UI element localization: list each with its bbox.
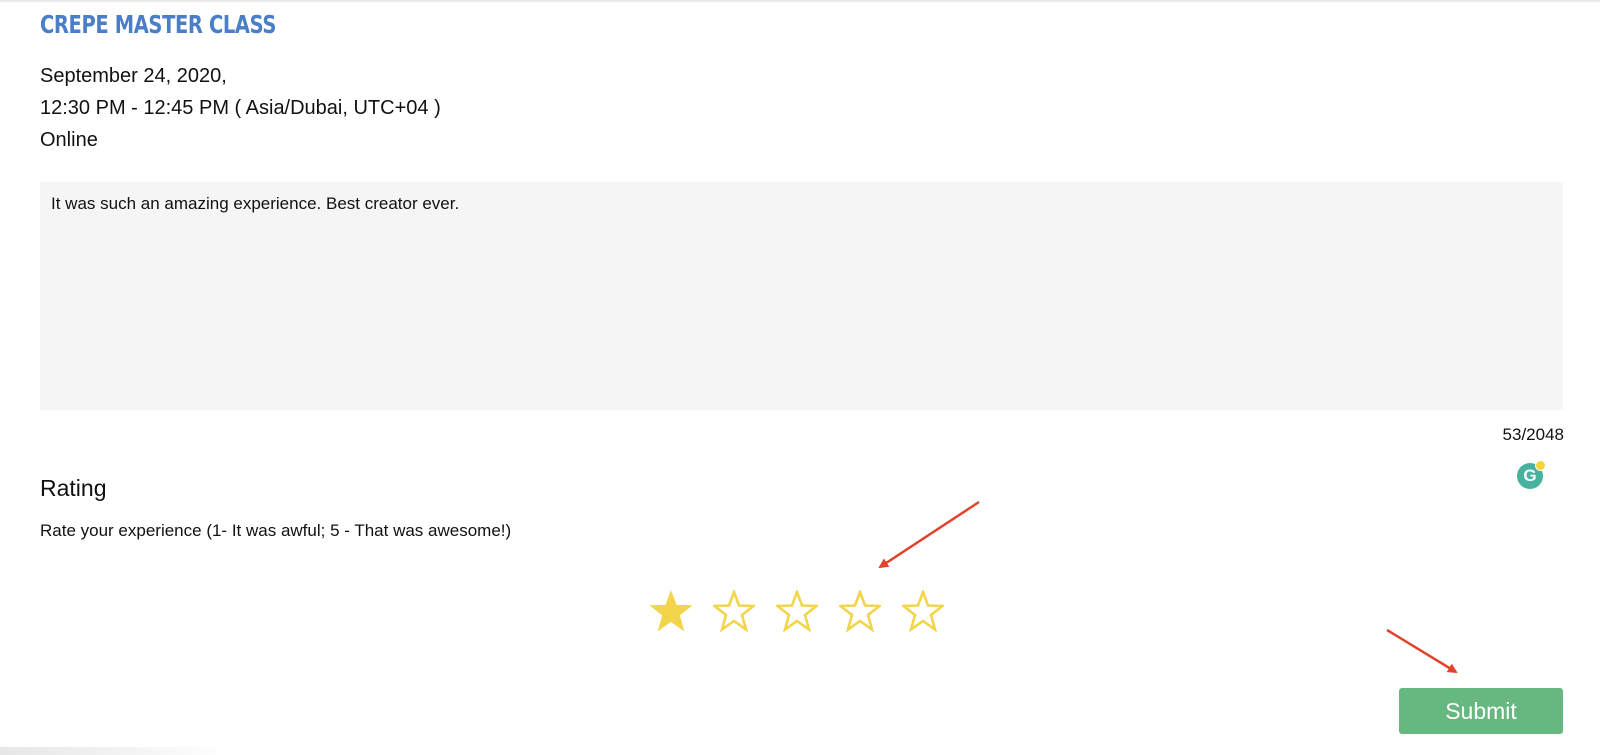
star-filled-icon[interactable] xyxy=(650,590,692,632)
rating-description: Rate your experience (1- It was awful; 5… xyxy=(40,521,512,540)
star-rating xyxy=(650,590,944,632)
star-outline-icon[interactable] xyxy=(713,590,755,632)
bottom-shadow xyxy=(0,747,230,755)
grammarly-icon[interactable]: G xyxy=(1517,460,1546,489)
submit-button[interactable]: Submit xyxy=(1399,688,1563,734)
event-time: 12:30 PM - 12:45 PM ( Asia/Dubai, UTC+04… xyxy=(40,97,441,119)
annotation-arrow-submit xyxy=(1386,628,1458,674)
review-page: Crepe Master Class September 24, 2020, 1… xyxy=(0,0,1600,755)
star-outline-icon[interactable] xyxy=(902,590,944,632)
star-outline-icon[interactable] xyxy=(776,590,818,632)
annotation-arrow-stars xyxy=(878,500,980,569)
event-location: Online xyxy=(40,129,98,151)
event-title: Crepe Master Class xyxy=(40,10,277,39)
star-outline-icon[interactable] xyxy=(839,590,881,632)
rating-heading: Rating xyxy=(40,475,107,501)
character-counter: 53/2048 xyxy=(1502,425,1564,444)
event-date: September 24, 2020, xyxy=(40,65,227,87)
review-textarea[interactable]: It was such an amazing experience. Best … xyxy=(40,182,1563,410)
top-divider xyxy=(0,0,1600,3)
event-details: September 24, 2020, 12:30 PM - 12:45 PM … xyxy=(40,60,441,156)
grammarly-status-dot xyxy=(1535,460,1546,471)
grammarly-letter: G xyxy=(1523,466,1537,485)
